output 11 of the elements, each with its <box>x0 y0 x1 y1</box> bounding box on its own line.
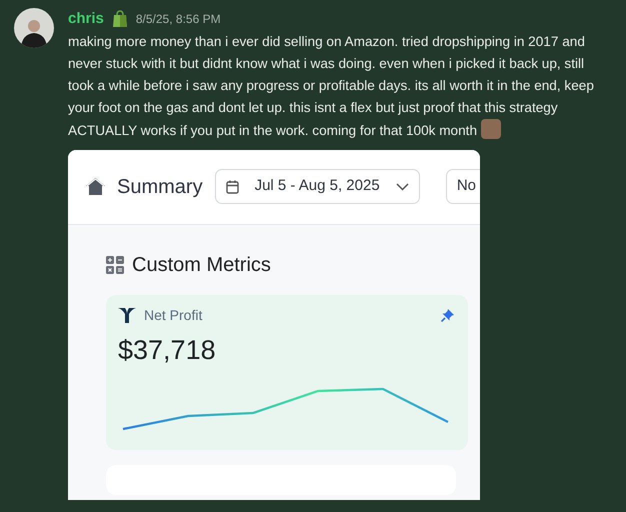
section-title: Custom Metrics <box>132 252 271 278</box>
timestamp: 8/5/25, 8:56 PM <box>136 11 221 28</box>
page-title: Summary <box>117 174 203 200</box>
metric-label: Net Profit <box>144 306 202 324</box>
filter-button[interactable]: No <box>446 169 480 204</box>
metric-card[interactable]: Net Profit $37,718 <box>106 294 468 450</box>
screenshot-image[interactable]: Summary Jul 5 - Aug 5, 2025 No Custom Metrics Net Profit $37,718 <box>68 150 480 500</box>
date-range-dropdown[interactable]: Jul 5 - Aug 5, 2025 <box>214 169 420 204</box>
username[interactable]: chris <box>68 8 104 30</box>
metric-value: $37,718 <box>118 334 217 366</box>
message-text: making more money than i ever did selling on Amazon. tried dropshipping in 2017 and never stuck with it but didnt know what i was doing. even when i picked it back up, still took a while before i saw any progress or profitable days. its all worth it in the end, keep your foot on the gas and dont let up. this isnt a flex but just proof that this strategy ACTUALLY works if you put in the work. coming for that 100k month <box>68 32 595 140</box>
